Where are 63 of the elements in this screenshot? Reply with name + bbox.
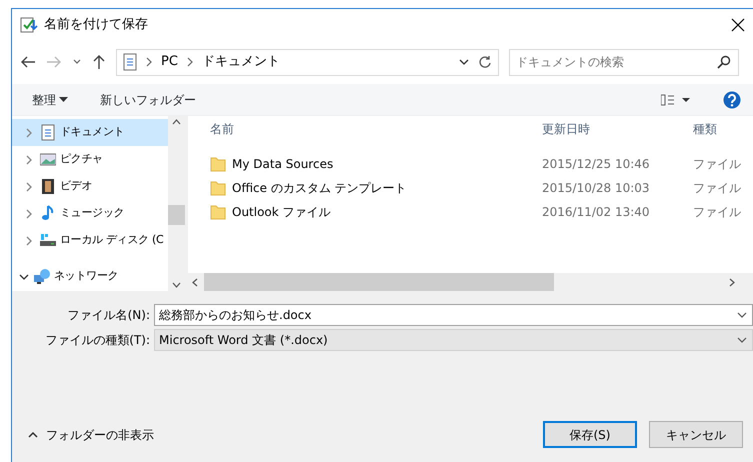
field-label: ファイル名(N): xyxy=(66,307,151,324)
up-arrow-icon[interactable] xyxy=(92,54,106,70)
view-options-icon[interactable] xyxy=(661,94,691,106)
modified-date: 2015/12/25 10:46 xyxy=(541,156,651,173)
dialog-button[interactable]: 保存(S) xyxy=(543,421,637,448)
back-arrow-icon[interactable] xyxy=(20,55,36,69)
modified-date: 2015/10/28 10:03 xyxy=(541,180,651,197)
forward-arrow-icon[interactable] xyxy=(46,55,62,69)
sidebar-item[interactable]: ピクチャ xyxy=(12,146,168,173)
file-type: ファイル xyxy=(693,156,742,173)
column-header[interactable]: 更新日時 xyxy=(540,120,693,138)
scroll-right-icon xyxy=(729,278,735,286)
folder-icon xyxy=(210,204,226,220)
music-note-icon xyxy=(40,205,56,222)
scrollbar-thumb[interactable] xyxy=(204,273,554,291)
close-icon xyxy=(731,18,745,32)
column-header[interactable]: 種類 xyxy=(693,120,753,138)
sidebar-item[interactable]: ローカル ディスク (C xyxy=(12,227,168,254)
file-name[interactable]: My Data Sources xyxy=(232,155,334,173)
document-icon xyxy=(40,124,56,141)
file-name[interactable]: Outlook ファイル xyxy=(232,203,331,221)
film-icon xyxy=(40,178,56,195)
search-field[interactable]: ドキュメントの検索 xyxy=(509,48,739,76)
disk-drive-icon xyxy=(40,232,56,249)
column-header[interactable]: 名前 xyxy=(208,120,540,138)
file-type-dropdown[interactable]: Microsoft Word 文書 (*.docx) xyxy=(154,329,753,351)
sidebar-item[interactable]: ネットワーク xyxy=(12,263,168,290)
file-name-field[interactable]: 総務部からのお知らせ.docx xyxy=(154,304,753,326)
field-label: ファイルの種類(T): xyxy=(44,332,151,349)
help-icon[interactable] xyxy=(723,90,741,108)
dialog-button[interactable]: キャンセル xyxy=(649,421,743,448)
caret-up-icon xyxy=(28,431,38,438)
scroll-up-icon xyxy=(172,119,181,125)
caret-icon xyxy=(59,96,68,102)
hide-folders-button[interactable]: フォルダーの非表示 xyxy=(22,426,160,444)
pictures-icon xyxy=(40,151,56,168)
breadcrumb-item[interactable]: ドキュメント xyxy=(202,52,280,72)
file-type: ファイル xyxy=(693,204,742,221)
save-dialog-icon xyxy=(20,16,38,34)
window-title: 名前を付けて保存 xyxy=(44,16,149,34)
network-icon xyxy=(34,268,50,285)
breadcrumb-chevron-icon xyxy=(186,56,194,68)
folder-icon xyxy=(210,180,226,196)
scrollbar-thumb[interactable] xyxy=(168,205,185,225)
close-button[interactable] xyxy=(731,16,745,34)
file-name[interactable]: Office のカスタム テンプレート xyxy=(232,179,407,197)
organize-menu-button[interactable]: 整理 xyxy=(32,90,68,108)
document-icon xyxy=(123,53,137,71)
refresh-icon[interactable] xyxy=(478,55,492,69)
horizontal-scrollbar[interactable] xyxy=(188,273,753,291)
new-folder-button[interactable]: 新しいフォルダー xyxy=(100,90,196,108)
sidebar-item[interactable]: ドキュメント xyxy=(12,119,168,146)
sidebar-item[interactable]: ミュージック xyxy=(12,200,168,227)
breadcrumb-item[interactable]: PC xyxy=(161,52,178,72)
breadcrumb-chevron-icon xyxy=(145,56,153,68)
sidebar-item[interactable]: ビデオ xyxy=(12,173,168,200)
search-icon xyxy=(717,54,731,68)
vertical-scrollbar[interactable] xyxy=(168,116,185,291)
scroll-down-icon xyxy=(172,282,181,288)
scroll-left-icon xyxy=(192,278,198,286)
file-type: ファイル xyxy=(693,180,742,197)
folder-icon xyxy=(210,156,226,172)
modified-date: 2016/11/02 13:40 xyxy=(541,204,651,221)
